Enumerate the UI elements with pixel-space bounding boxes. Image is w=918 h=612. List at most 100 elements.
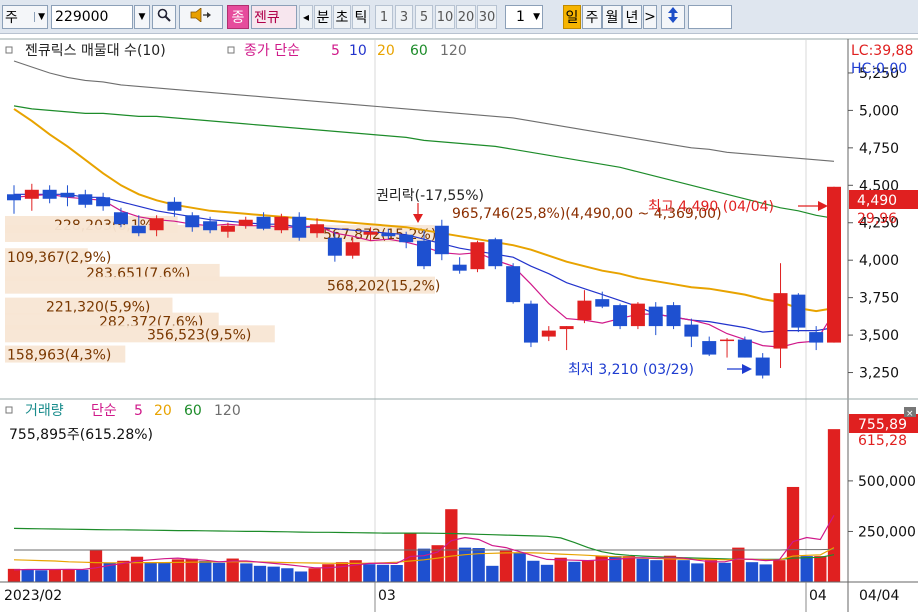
candle-body: [345, 242, 360, 256]
stock-code: 229000: [55, 9, 109, 25]
volume-bar: [158, 562, 171, 582]
volume-bar: [253, 565, 267, 582]
tab-second[interactable]: 초: [333, 5, 351, 29]
candle-body: [577, 300, 592, 321]
hc-label: HC:0,00: [851, 61, 907, 77]
interval-label: 30: [478, 9, 496, 25]
candle-body: [506, 266, 521, 303]
volume-bar: [499, 550, 513, 582]
price-change: 29,96: [857, 211, 897, 227]
volume-bar: [745, 562, 759, 582]
volume-bar: [568, 561, 581, 582]
candle-body: [827, 186, 841, 343]
stock-code-input[interactable]: 229000: [51, 5, 133, 29]
volume-bar: [786, 486, 800, 582]
volume-bar: [759, 564, 772, 582]
extra-input[interactable]: [688, 5, 732, 29]
volume-bar: [636, 558, 649, 582]
candle-body: [720, 339, 735, 342]
tab-stock[interactable]: 종: [227, 5, 249, 29]
volume-profile-label: 109,367(2,9%): [7, 250, 111, 266]
arrow-right-icon: [742, 364, 752, 374]
price-tick-label: 4,750: [859, 141, 899, 157]
volume-bar: [363, 564, 376, 582]
code-dropdown-button[interactable]: ▼: [134, 5, 150, 29]
search-button[interactable]: [152, 5, 176, 29]
volume-bar: [404, 533, 417, 582]
candle-body: [684, 324, 699, 337]
volume-bar: [199, 560, 212, 582]
tab-month-label: 월: [605, 10, 619, 26]
tab-minute[interactable]: 분: [314, 5, 332, 29]
interval-label: 5: [419, 9, 429, 25]
candle-body: [666, 305, 681, 327]
tab-week[interactable]: 주: [582, 5, 602, 29]
count-select[interactable]: 1 ▼: [505, 5, 543, 29]
volume-bar: [308, 568, 321, 582]
chevron-down-icon: ▼: [533, 12, 540, 22]
tab-stock-label: 종: [231, 10, 245, 26]
candle-body: [78, 194, 93, 205]
interval-1-button[interactable]: 1: [375, 5, 393, 29]
interval-3-button[interactable]: 3: [395, 5, 413, 29]
candle-body: [274, 216, 289, 231]
volume-bar: [677, 560, 690, 582]
arrow-right-icon: [818, 201, 828, 211]
date-label-start: 2023/02: [4, 588, 62, 604]
candle-body: [60, 192, 75, 198]
volume-ma-5: 5: [134, 403, 143, 419]
stock-chart: 228,203(6,1%)109,367(2,9%)283,651(7,6%)5…: [0, 38, 918, 612]
interval-30-button[interactable]: 30: [477, 5, 497, 29]
tab-minute-label: 분: [316, 10, 330, 26]
candle-body: [417, 240, 431, 267]
interval-20-button[interactable]: 20: [456, 5, 476, 29]
ma-legend-10: 10: [349, 43, 367, 59]
volume-bar: [417, 548, 431, 582]
candle-body: [167, 201, 182, 211]
volume-ma-120: 120: [214, 403, 241, 419]
updown-button[interactable]: [661, 5, 685, 29]
candle-body: [809, 332, 824, 343]
arrow-right-icon: >: [644, 9, 656, 25]
interval-label: 1: [379, 9, 389, 25]
market-select[interactable]: 주 ▼: [2, 5, 48, 29]
volume-bar: [704, 560, 718, 582]
volume-bar: [622, 556, 636, 582]
price-tick-label: 3,500: [859, 328, 899, 344]
speaker-icon: [190, 7, 212, 26]
max-annotation: 최고 4,490 (04/04): [648, 199, 774, 215]
volume-ma-title: 단순: [91, 403, 117, 419]
candle-body: [256, 216, 271, 229]
volume-bar: [335, 562, 349, 582]
stock-name-field[interactable]: 젠큐: [251, 5, 297, 29]
tab-tick-label: 틱: [354, 10, 368, 26]
date-label-apr: 04: [809, 588, 827, 604]
volume-legend-title: 거래량: [25, 403, 64, 419]
close-icon: ×: [906, 409, 914, 419]
interval-label: 3: [399, 9, 409, 25]
candle-body: [488, 239, 503, 267]
volume-profile-label: 158,963(4,3%): [7, 348, 111, 364]
interval-10-button[interactable]: 10: [435, 5, 455, 29]
candle-body: [96, 197, 111, 207]
ma-legend-60: 60: [410, 43, 428, 59]
lc-label: LC:39,88: [851, 43, 913, 59]
scroll-left-button[interactable]: ◂: [299, 5, 313, 29]
candle-body: [595, 299, 610, 307]
volume-ma-60: 60: [184, 403, 202, 419]
candle-body: [113, 212, 128, 225]
sound-button[interactable]: [179, 5, 223, 29]
tab-year[interactable]: 년: [622, 5, 642, 29]
more-button[interactable]: >: [643, 5, 657, 29]
volume-bar: [35, 570, 48, 582]
tab-tick[interactable]: 틱: [352, 5, 370, 29]
date-label-mar: 03: [378, 588, 396, 604]
candle-body: [203, 221, 218, 231]
interval-5-button[interactable]: 5: [415, 5, 433, 29]
chevron-down-icon: ▼: [34, 12, 45, 22]
ma-legend-120: 120: [440, 43, 467, 59]
candle-body: [755, 357, 770, 376]
tab-day[interactable]: 일: [563, 5, 581, 29]
tab-month[interactable]: 월: [602, 5, 622, 29]
candle-body: [131, 225, 146, 234]
